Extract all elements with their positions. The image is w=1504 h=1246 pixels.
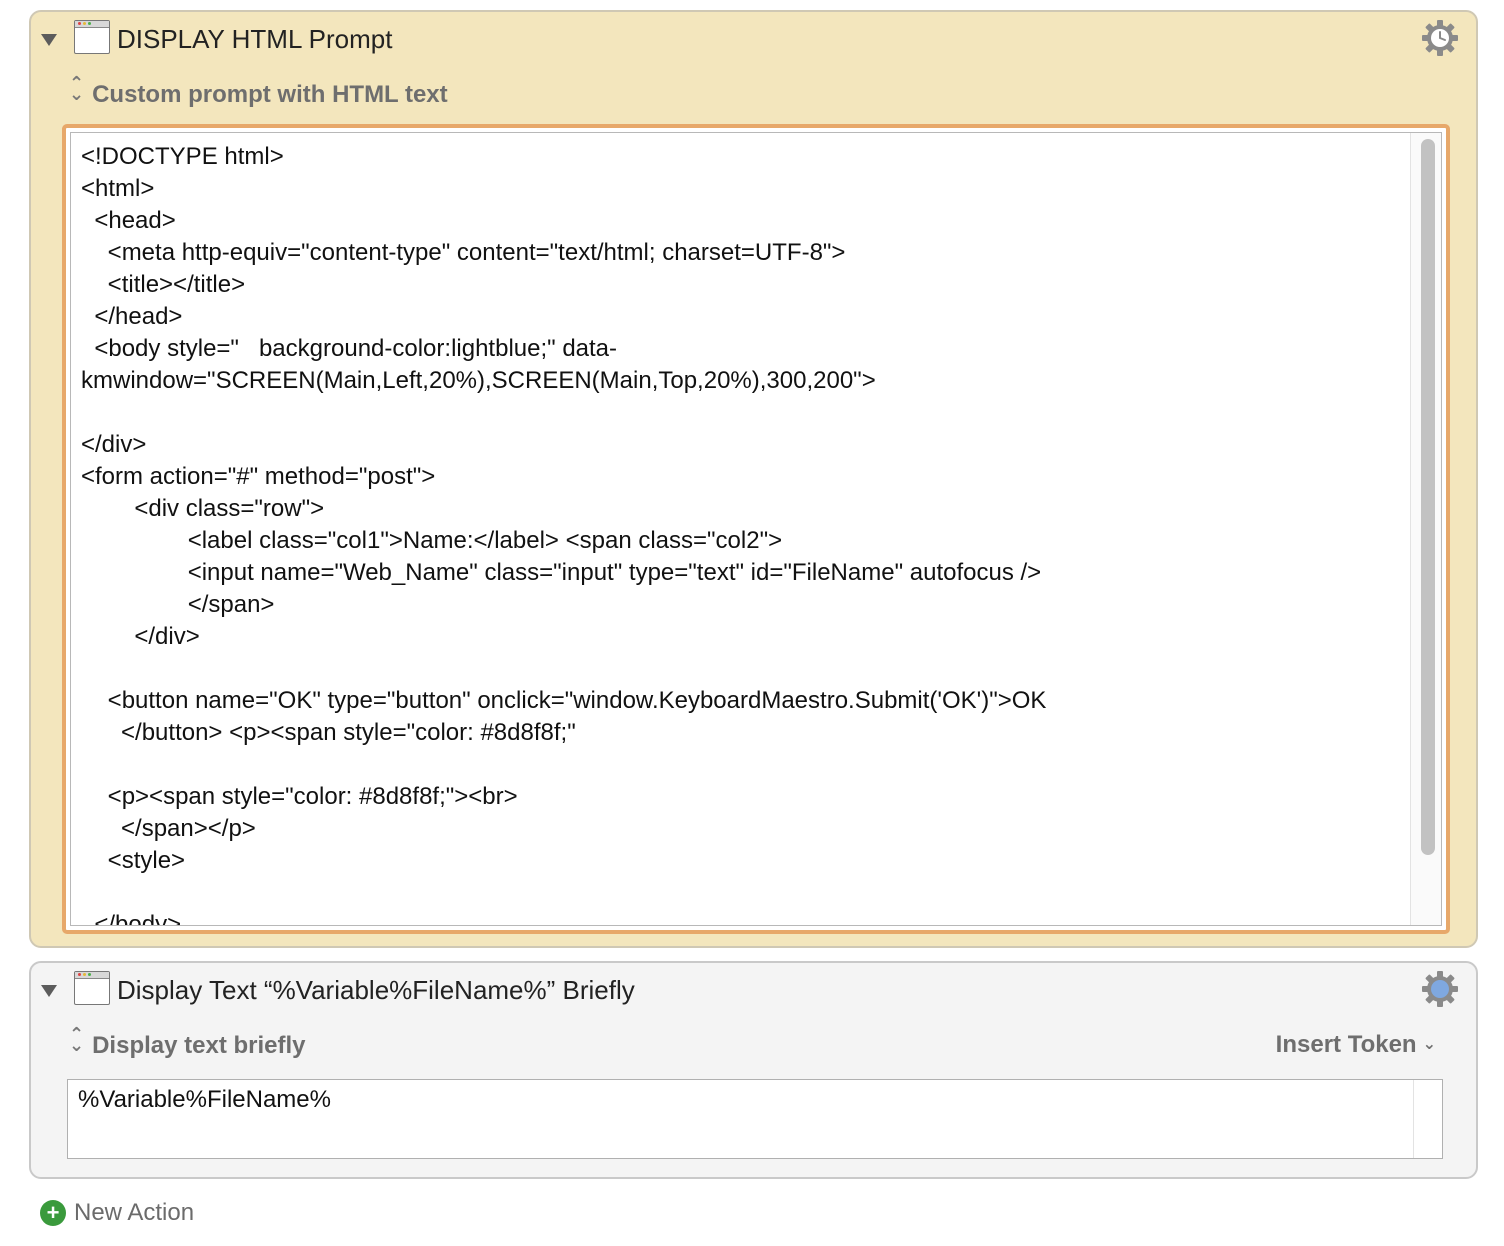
mode-label: Display text briefly — [92, 1032, 306, 1059]
insert-token-label: Insert Token — [1275, 1031, 1417, 1058]
plus-icon: + — [40, 1200, 66, 1226]
action-display-text-briefly[interactable]: Display Text “%Variable%FileName%” Brief… — [29, 961, 1478, 1179]
new-action-button[interactable]: + New Action — [40, 1199, 194, 1229]
action-title: Display Text “%Variable%FileName%” Brief… — [117, 975, 635, 1005]
html-text-editor[interactable]: <!DOCTYPE html> <html> <head> <meta http… — [70, 132, 1442, 926]
gear-icon[interactable] — [1420, 969, 1460, 1009]
action-header: Display Text “%Variable%FileName%” Brief… — [31, 963, 1476, 1019]
vertical-scrollbar[interactable] — [1410, 133, 1441, 925]
display-text-value[interactable]: %Variable%FileName% — [78, 1086, 331, 1114]
window-icon — [74, 20, 110, 54]
display-text-field[interactable]: %Variable%FileName% — [67, 1079, 1443, 1159]
up-down-chevron-icon: ⌃ ⌄ — [69, 73, 85, 104]
chevron-down-icon: ⌄ — [1422, 1036, 1436, 1053]
scrollbar-thumb[interactable] — [1421, 139, 1435, 855]
mode-selector[interactable]: ⌃ ⌄ Display text briefly — [69, 1024, 306, 1060]
action-header: DISPLAY HTML Prompt — [31, 12, 1476, 68]
disclosure-triangle-icon[interactable] — [41, 985, 57, 997]
html-text-content[interactable]: <!DOCTYPE html> <html> <head> <meta http… — [81, 141, 1401, 925]
action-display-html-prompt[interactable]: DISPLAY HTML Prompt ⌃ ⌄ Custom prompt with… — [29, 10, 1478, 948]
mode-label: Custom prompt with HTML text — [92, 81, 448, 108]
field-divider — [1413, 1080, 1414, 1158]
html-text-editor-focus-ring: <!DOCTYPE html> <html> <head> <meta http… — [62, 124, 1450, 934]
disclosure-triangle-icon[interactable] — [41, 34, 57, 46]
new-action-label: New Action — [74, 1199, 195, 1226]
insert-token-menu[interactable]: Insert Token ⌄ — [1276, 1031, 1436, 1059]
mode-selector[interactable]: ⌃ ⌄ Custom prompt with HTML text — [69, 73, 448, 109]
window-icon — [74, 971, 110, 1005]
action-title: DISPLAY HTML Prompt — [117, 24, 393, 54]
up-down-chevron-icon: ⌃ ⌄ — [69, 1024, 85, 1055]
gear-icon[interactable] — [1420, 18, 1460, 58]
